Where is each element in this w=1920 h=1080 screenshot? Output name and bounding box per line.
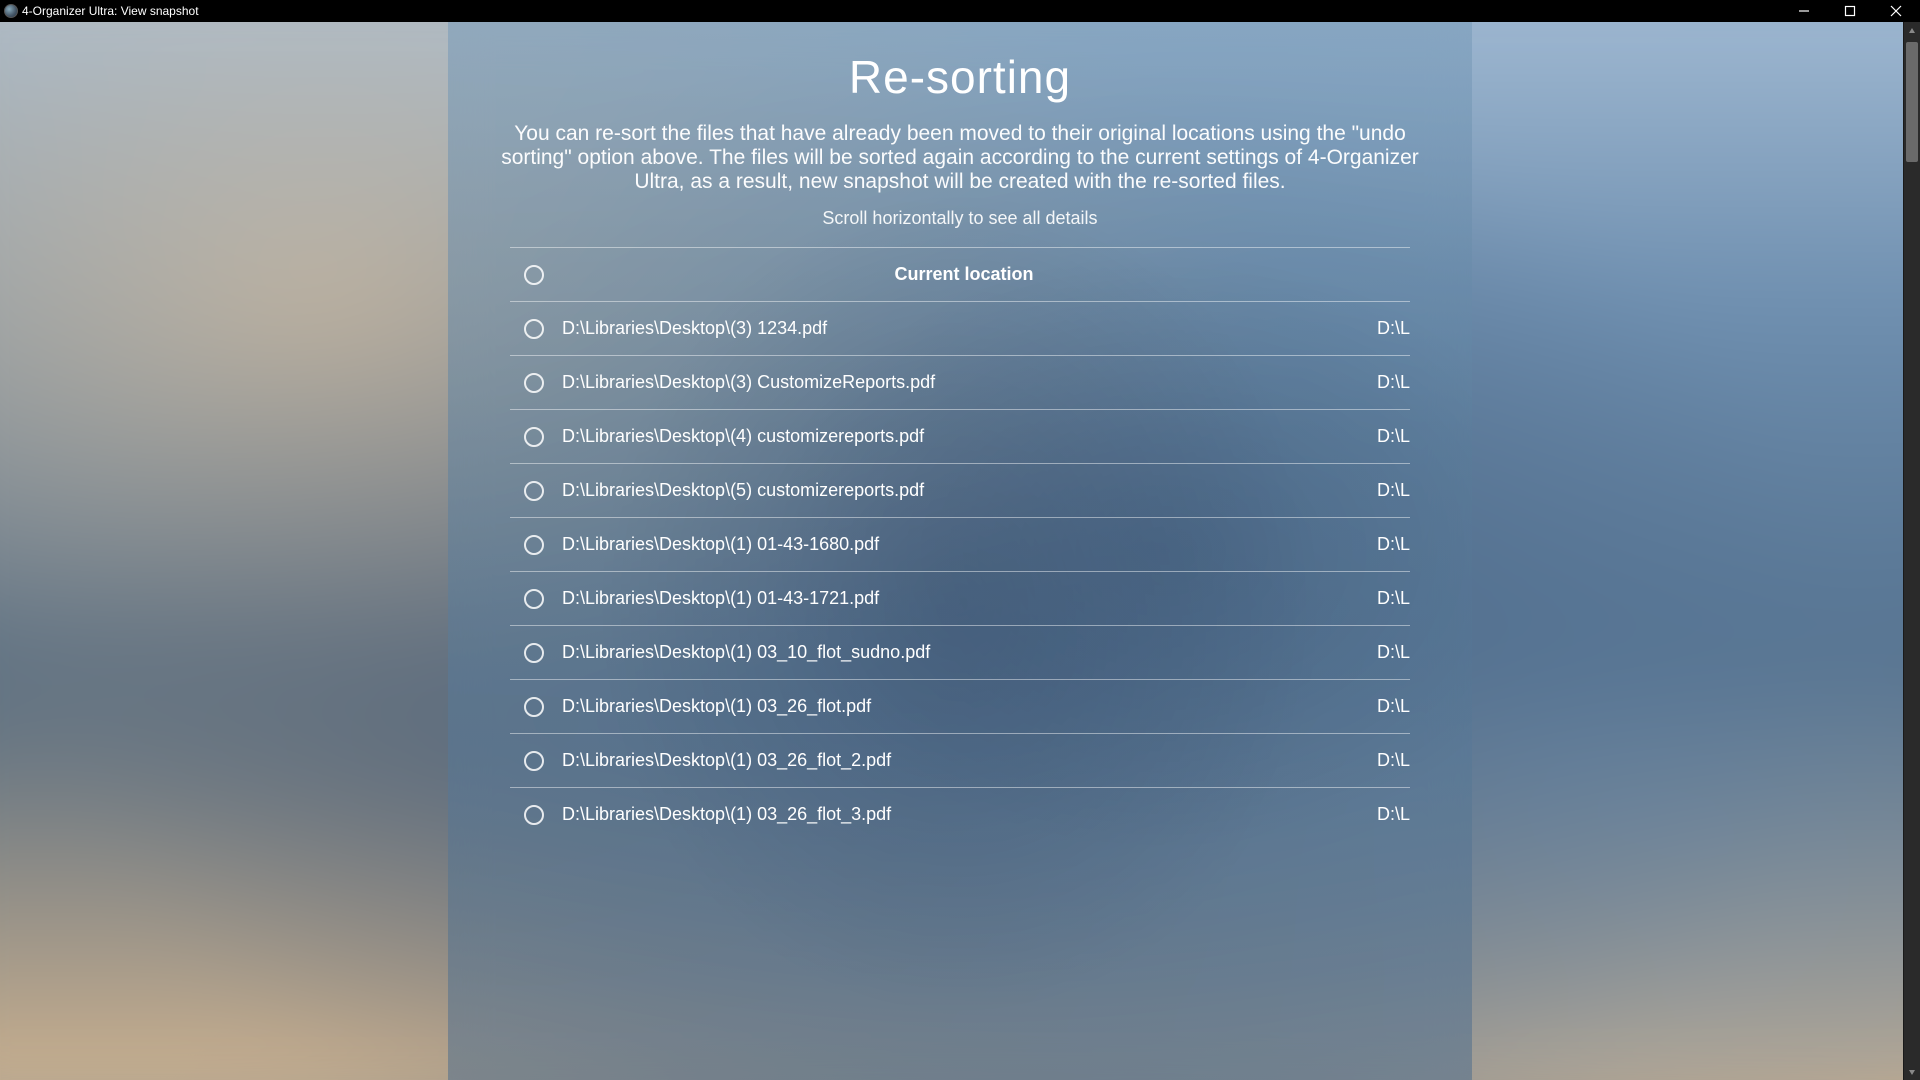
row-destination: D:\L — [1366, 534, 1410, 555]
table-row[interactable]: D:\Libraries\Desktop\(1) 03_10_flot_sudn… — [510, 625, 1410, 679]
row-destination: D:\L — [1366, 318, 1410, 339]
table-row[interactable]: D:\Libraries\Desktop\(1) 03_26_flot_2.pd… — [510, 733, 1410, 787]
row-current-location: D:\Libraries\Desktop\(1) 03_26_flot_3.pd… — [558, 804, 1366, 825]
row-current-location: D:\Libraries\Desktop\(1) 03_10_flot_sudn… — [558, 642, 1366, 663]
minimize-button[interactable] — [1790, 1, 1818, 21]
row-current-location: D:\Libraries\Desktop\(3) 1234.pdf — [558, 318, 1366, 339]
row-current-location: D:\Libraries\Desktop\(1) 01-43-1680.pdf — [558, 534, 1366, 555]
table-row[interactable]: D:\Libraries\Desktop\(1) 01-43-1680.pdfD… — [510, 517, 1410, 571]
row-radio[interactable] — [524, 373, 544, 393]
table-row[interactable]: D:\Libraries\Desktop\(3) CustomizeReport… — [510, 355, 1410, 409]
col-header-current: Current location — [558, 264, 1366, 285]
row-current-location: D:\Libraries\Desktop\(5) customizereport… — [558, 480, 1366, 501]
row-current-location: D:\Libraries\Desktop\(1) 03_26_flot_2.pd… — [558, 750, 1366, 771]
row-radio[interactable] — [524, 805, 544, 825]
row-radio[interactable] — [524, 751, 544, 771]
row-destination: D:\L — [1366, 696, 1410, 717]
row-radio[interactable] — [524, 481, 544, 501]
row-radio[interactable] — [524, 589, 544, 609]
close-button[interactable] — [1882, 1, 1910, 21]
row-current-location: D:\Libraries\Desktop\(1) 03_26_flot.pdf — [558, 696, 1366, 717]
row-destination: D:\L — [1366, 426, 1410, 447]
maximize-button[interactable] — [1836, 1, 1864, 21]
vertical-scrollbar[interactable] — [1903, 22, 1920, 1080]
scrollbar-thumb[interactable] — [1906, 42, 1918, 162]
page-description: You can re-sort the files that have alre… — [468, 122, 1452, 194]
select-all-radio[interactable] — [524, 265, 544, 285]
scroll-up-icon[interactable] — [1904, 22, 1920, 39]
row-destination: D:\L — [1366, 480, 1410, 501]
row-radio[interactable] — [524, 427, 544, 447]
row-destination: D:\L — [1366, 372, 1410, 393]
row-current-location: D:\Libraries\Desktop\(4) customizereport… — [558, 426, 1366, 447]
table-row[interactable]: D:\Libraries\Desktop\(1) 03_26_flot.pdfD… — [510, 679, 1410, 733]
page-heading: Re-sorting — [468, 50, 1452, 104]
row-destination: D:\L — [1366, 804, 1410, 825]
table-row[interactable]: D:\Libraries\Desktop\(5) customizereport… — [510, 463, 1410, 517]
row-current-location: D:\Libraries\Desktop\(1) 01-43-1721.pdf — [558, 588, 1366, 609]
main-panel: Re-sorting You can re-sort the files tha… — [448, 22, 1472, 1080]
scroll-hint: Scroll horizontally to see all details — [468, 208, 1452, 229]
scroll-down-icon[interactable] — [1904, 1063, 1920, 1080]
window-titlebar: 4-Organizer Ultra: View snapshot — [0, 0, 1920, 22]
files-table: Current location D:\Libraries\Desktop\(3… — [510, 247, 1410, 841]
table-row[interactable]: D:\Libraries\Desktop\(4) customizereport… — [510, 409, 1410, 463]
table-row[interactable]: D:\Libraries\Desktop\(1) 03_26_flot_3.pd… — [510, 787, 1410, 841]
row-destination: D:\L — [1366, 642, 1410, 663]
row-destination: D:\L — [1366, 588, 1410, 609]
table-row[interactable]: D:\Libraries\Desktop\(1) 01-43-1721.pdfD… — [510, 571, 1410, 625]
row-radio[interactable] — [524, 643, 544, 663]
window-title: 4-Organizer Ultra: View snapshot — [22, 4, 199, 18]
row-radio[interactable] — [524, 697, 544, 717]
row-radio[interactable] — [524, 319, 544, 339]
app-icon — [4, 4, 18, 18]
table-row[interactable]: D:\Libraries\Desktop\(3) 1234.pdfD:\L — [510, 301, 1410, 355]
row-radio[interactable] — [524, 535, 544, 555]
row-destination: D:\L — [1366, 750, 1410, 771]
table-header-row: Current location — [510, 247, 1410, 301]
row-current-location: D:\Libraries\Desktop\(3) CustomizeReport… — [558, 372, 1366, 393]
